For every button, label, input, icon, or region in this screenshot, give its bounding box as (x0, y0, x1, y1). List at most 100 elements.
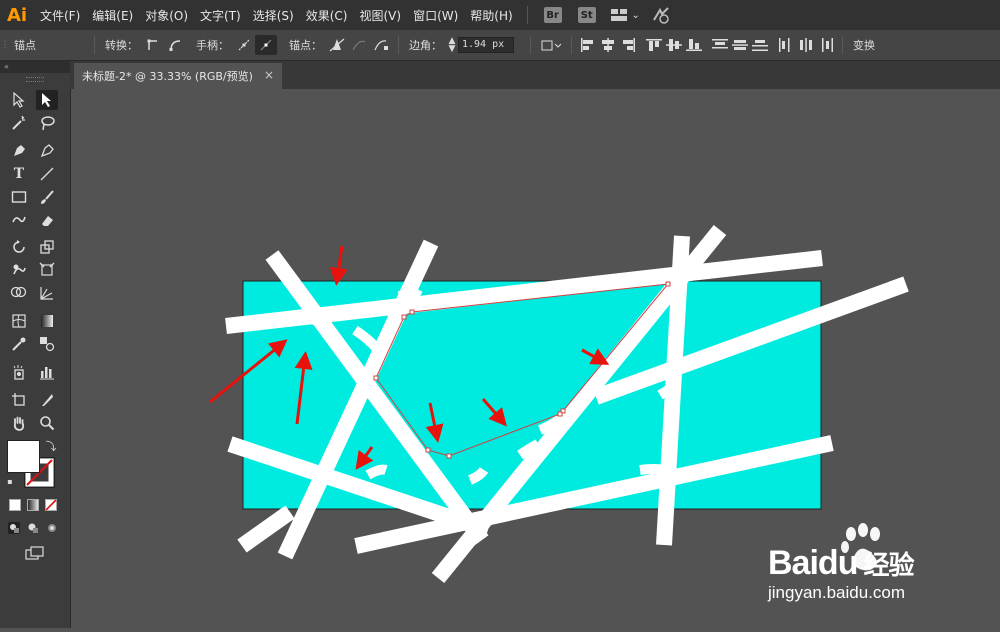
menu-separator (526, 6, 528, 24)
menu-window[interactable]: 窗口(W) (407, 7, 464, 24)
gradient-mode-icon[interactable] (26, 498, 40, 512)
chevron-down-icon[interactable]: ⌄ (630, 5, 642, 25)
separator (398, 36, 399, 54)
align-top-icon[interactable] (644, 35, 664, 55)
draw-normal-icon[interactable] (6, 520, 22, 536)
separator (571, 36, 572, 54)
symbol-sprayer-tool-icon[interactable] (8, 362, 30, 382)
close-tab-icon[interactable]: × (264, 68, 274, 82)
blend-tool-icon[interactable] (36, 334, 58, 354)
separator (842, 36, 843, 54)
distribute-bottom-icon[interactable] (750, 35, 770, 55)
transform-link[interactable]: 变换 (849, 37, 879, 53)
distribute-left-icon[interactable] (776, 35, 796, 55)
shape-builder-tool-icon[interactable] (8, 283, 30, 303)
fill-swatch-overlay (7, 440, 40, 473)
magic-wand-tool-icon[interactable] (8, 113, 30, 133)
stock-button[interactable]: St (577, 7, 596, 23)
direct-selection-tool-icon[interactable] (36, 90, 58, 110)
scale-tool-icon[interactable] (36, 237, 58, 257)
menu-type[interactable]: 文字(T) (194, 7, 247, 24)
select-similar-icon[interactable] (537, 35, 565, 55)
hide-handles-icon[interactable] (255, 35, 277, 55)
bridge-button[interactable]: Br (543, 7, 562, 23)
slice-tool-icon[interactable] (36, 390, 58, 410)
shaper-tool-icon[interactable] (8, 210, 30, 230)
pen-tool-icon[interactable] (8, 141, 30, 161)
color-mode-icon[interactable] (8, 498, 22, 512)
draw-behind-icon[interactable] (25, 520, 41, 536)
control-bar: ⋮ 锚点 转换： 手柄： 锚点： 边角： ▲ ▼ 1.94 px 变换 (0, 30, 1000, 61)
perspective-grid-tool-icon[interactable] (36, 283, 58, 303)
draw-inside-icon[interactable] (44, 520, 60, 536)
corner-label: 边角： (409, 39, 442, 52)
menu-select[interactable]: 选择(S) (247, 7, 300, 24)
type-tool-icon[interactable]: T (8, 164, 30, 184)
show-handles-icon[interactable] (233, 35, 255, 55)
menu-view[interactable]: 视图(V) (353, 7, 407, 24)
warp-tool-icon[interactable] (8, 260, 30, 280)
remove-anchor-icon[interactable] (326, 35, 348, 55)
mesh-tool-icon[interactable] (8, 311, 30, 331)
column-graph-tool-icon[interactable] (36, 362, 58, 382)
curvature-tool-icon[interactable] (36, 141, 58, 161)
convert-to-smooth-icon[interactable] (164, 35, 186, 55)
align-vcenter-icon[interactable] (664, 35, 684, 55)
align-left-icon[interactable] (578, 35, 598, 55)
distribute-vcenter-icon[interactable] (730, 35, 750, 55)
none-mode-icon[interactable] (44, 498, 58, 512)
lasso-tool-icon[interactable] (36, 113, 58, 133)
align-bottom-icon[interactable] (684, 35, 704, 55)
menu-edit[interactable]: 编辑(E) (86, 7, 139, 24)
document-tab[interactable]: 未标题-2* @ 33.33% (RGB/预览) × (74, 63, 282, 89)
selection-tool-icon[interactable] (8, 90, 30, 110)
artboard-tool-icon[interactable] (8, 390, 30, 410)
hand-tool-icon[interactable] (8, 413, 30, 433)
convert-label: 转换： (105, 39, 138, 52)
distribute-right-icon[interactable] (816, 35, 836, 55)
menu-effect[interactable]: 效果(C) (300, 7, 354, 24)
menu-help[interactable]: 帮助(H) (464, 7, 518, 24)
separator (530, 36, 531, 54)
bar-bottom-stub (237, 505, 295, 553)
toolbox-collapse-icon[interactable]: « (0, 61, 70, 73)
grip-icon: ⋮ (0, 40, 10, 50)
connect-anchors-icon[interactable] (348, 35, 370, 55)
screen-mode-icon[interactable] (24, 544, 46, 562)
zoom-tool-icon[interactable] (36, 413, 58, 433)
corner-stepper-icon[interactable]: ▲ ▼ (446, 35, 458, 55)
line-tool-icon[interactable] (36, 164, 58, 184)
convert-to-corner-icon[interactable] (142, 35, 164, 55)
swap-fill-stroke-icon[interactable]: ⤵ (44, 439, 58, 453)
rotate-tool-icon[interactable] (8, 237, 30, 257)
corner-radius-field[interactable]: 1.94 px (458, 37, 514, 53)
arrow-1 (329, 245, 348, 286)
default-colors-icon[interactable]: ▪ (4, 475, 16, 487)
free-transform-tool-icon[interactable] (36, 260, 58, 280)
distribute-top-icon[interactable] (710, 35, 730, 55)
menu-object[interactable]: 对象(O) (139, 7, 194, 24)
align-hcenter-icon[interactable] (598, 35, 618, 55)
distribute-hcenter-icon[interactable] (796, 35, 816, 55)
paintbrush-tool-icon[interactable] (36, 187, 58, 207)
menu-bar: Ai 文件(F) 编辑(E) 对象(O) 文字(T) 选择(S) 效果(C) 视… (0, 0, 1000, 30)
menu-file[interactable]: 文件(F) (34, 7, 86, 24)
ai-logo: Ai (6, 4, 28, 26)
cut-path-icon[interactable] (370, 35, 392, 55)
eyedropper-tool-icon[interactable] (8, 334, 30, 354)
align-right-icon[interactable] (618, 35, 638, 55)
separator (94, 36, 95, 54)
baidu-url: jingyan.baidu.com (768, 583, 906, 602)
toolbox: « T ⤵ ▪ (0, 61, 71, 628)
gradient-tool-icon[interactable] (36, 311, 58, 331)
toolbox-grip (26, 77, 44, 82)
baidu-logo-text: Baidu 经验 (768, 544, 914, 583)
rectangle-tool-icon[interactable] (8, 187, 30, 207)
handles-label: 手柄： (196, 39, 229, 52)
eraser-tool-icon[interactable] (36, 210, 58, 230)
selection-type-label: 锚点 (14, 39, 36, 52)
gpu-performance-icon[interactable] (650, 5, 672, 25)
document-tab-title: 未标题-2* @ 33.33% (RGB/预览) (82, 70, 253, 83)
anchor-label: 锚点： (289, 39, 322, 52)
workspace-layout-icon[interactable] (608, 5, 630, 25)
